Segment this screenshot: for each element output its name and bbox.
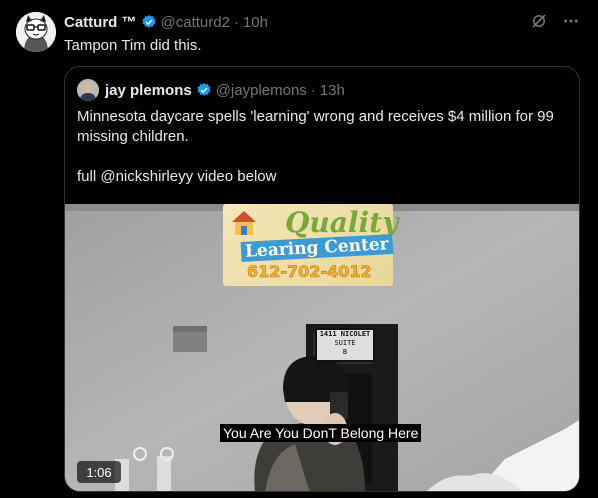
quote-header: jay plemons @jayplemons · 13h — [77, 79, 345, 101]
quote-text-line-1: Minnesota daycare spells 'learning' wron… — [77, 108, 554, 145]
post-text: Tampon Tim did this. — [64, 37, 202, 54]
quote-time[interactable]: 13h — [320, 82, 345, 99]
author-handle[interactable]: @catturd2 — [161, 14, 230, 31]
daycare-sign: Quality Learing Center 612-702-4012 — [223, 204, 398, 286]
quote-text: Minnesota daycare spells 'learning' wron… — [77, 107, 567, 187]
person-avatar-icon — [77, 79, 99, 101]
sign-subtitle: Learing Center — [240, 234, 394, 262]
quote-text-line-2: full @nickshirleyy video below — [77, 168, 277, 185]
video-duration: 1:06 — [77, 461, 121, 483]
author-name[interactable]: Catturd ™ — [64, 14, 137, 31]
grok-slash-icon[interactable] — [530, 12, 548, 30]
post-actions — [530, 12, 580, 30]
video-caption: You Are You DonT Belong Here — [220, 424, 422, 442]
sign-phone: 612-702-4012 — [247, 262, 372, 282]
verified-badge-icon — [197, 83, 211, 96]
quote-author-handle[interactable]: @jayplemons — [216, 82, 307, 99]
door-address-plate: 1411 NICOLET SUITE B — [315, 328, 375, 362]
author-avatar[interactable] — [16, 12, 56, 52]
quote-author-name[interactable]: jay plemons — [105, 82, 192, 99]
quoted-post[interactable]: jay plemons @jayplemons · 13h Minnesota … — [64, 66, 580, 492]
more-dots-icon[interactable] — [562, 12, 580, 30]
verified-badge-icon — [141, 15, 155, 28]
address-line-3: B — [342, 348, 348, 356]
separator: · — [233, 13, 239, 31]
post-time[interactable]: 10h — [243, 14, 268, 31]
address-line-1: 1411 NICOLET — [319, 330, 371, 338]
post-header: Catturd ™ @catturd2 · 10h — [64, 12, 268, 32]
address-line-2: SUITE — [334, 339, 356, 347]
cat-avatar-icon — [16, 12, 56, 52]
quote-author-avatar[interactable] — [77, 79, 99, 101]
video-player[interactable]: Quality Learing Center 612-702-4012 1411… — [65, 204, 579, 491]
house-logo-icon — [229, 208, 259, 238]
separator: · — [310, 81, 316, 99]
